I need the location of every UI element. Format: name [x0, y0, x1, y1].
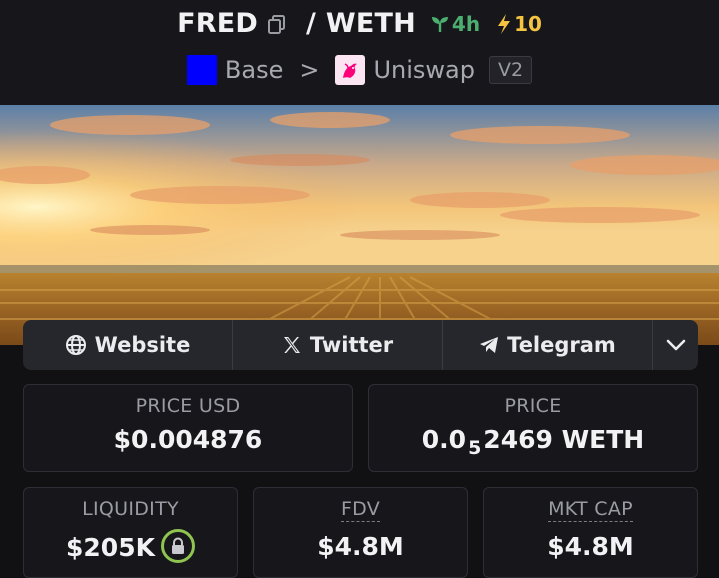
lock-icon[interactable]	[160, 529, 195, 563]
price-native-label: PRICE	[504, 395, 562, 417]
x-logo-icon	[283, 337, 300, 353]
fdv-label-wrap: FDV	[254, 498, 467, 522]
base-token-symbol: FRED	[177, 8, 258, 39]
uniswap-logo	[335, 55, 366, 85]
website-link[interactable]: Website	[23, 320, 233, 370]
copy-icon[interactable]	[266, 13, 288, 35]
liquidity-value: $205K	[66, 533, 155, 562]
telegram-link[interactable]: Telegram	[443, 320, 653, 370]
pair-age-value: 4h	[451, 11, 481, 36]
price-native-zero-count: 5	[468, 437, 482, 459]
price-usd-label: PRICE USD	[135, 395, 241, 417]
market-cap-value: $4.8M	[547, 532, 634, 561]
dex-version-badge: V2	[489, 56, 533, 84]
market-cap-label[interactable]: MKT CAP	[548, 498, 633, 522]
website-link-label: Website	[94, 333, 191, 357]
fdv-card: FDV $4.8M	[253, 487, 468, 578]
market-cap-label-wrap: MKT CAP	[484, 498, 697, 522]
chain-dex-row: Base > Uniswap V2	[0, 55, 719, 85]
telegram-link-label: Telegram	[507, 333, 616, 357]
pair-separator: /	[305, 8, 316, 39]
market-cap-card: MKT CAP $4.8M	[483, 487, 698, 578]
lightning-icon	[498, 13, 511, 34]
more-links-button[interactable]	[653, 320, 698, 370]
token-banner-image	[0, 105, 719, 345]
chevron-right-icon: >	[299, 56, 320, 84]
liquidity-value-row: $205K	[24, 529, 237, 566]
chain-name[interactable]: Base	[225, 56, 283, 84]
price-native-card: PRICE 0.0 52469 WETH	[368, 384, 698, 472]
base-chain-logo	[186, 55, 217, 85]
seedling-icon	[431, 16, 448, 32]
twitter-link[interactable]: Twitter	[233, 320, 443, 370]
twitter-link-label: Twitter	[309, 333, 394, 357]
telegram-icon	[480, 337, 499, 353]
pair-age: 4h	[430, 12, 480, 36]
fdv-label[interactable]: FDV	[340, 498, 381, 522]
liquidity-label: LIQUIDITY	[82, 498, 179, 520]
liquidity-card: LIQUIDITY $205K	[23, 487, 238, 578]
dex-name[interactable]: Uniswap	[373, 56, 475, 84]
pair-title-row: FRED / WETH 4h 10	[0, 8, 719, 39]
fdv-value: $4.8M	[317, 532, 404, 561]
price-usd-card: PRICE USD $0.004876	[23, 384, 353, 472]
globe-icon	[65, 335, 86, 355]
chevron-down-icon	[666, 339, 685, 351]
price-native-prefix: 0.0	[421, 425, 467, 454]
social-links-bar: Website Twitter Telegram	[23, 320, 698, 370]
price-usd-value: $0.004876	[113, 425, 263, 454]
price-native-digits: 2469 WETH	[483, 425, 645, 454]
pair-header: FRED / WETH 4h 10 Base > Uniswap V2	[0, 0, 719, 105]
quote-token-symbol: WETH	[325, 8, 416, 39]
boost-count-value: 10	[514, 11, 542, 36]
boost-count[interactable]: 10	[496, 12, 542, 36]
price-native-value: 0.0 52469 WETH	[369, 425, 697, 459]
